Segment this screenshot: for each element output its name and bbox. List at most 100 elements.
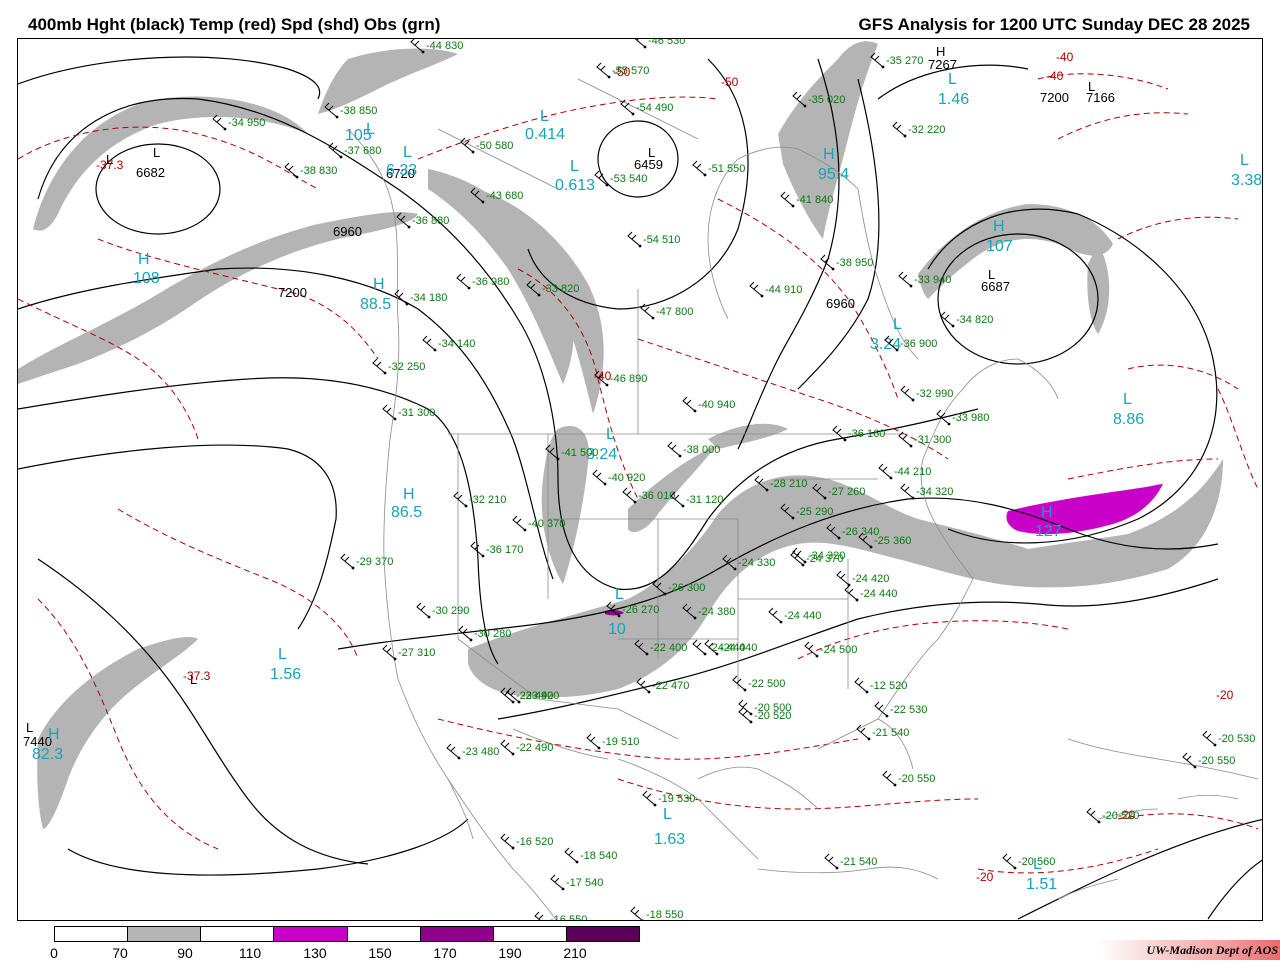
center-value: 86.5	[391, 504, 422, 521]
wind-barb	[792, 547, 806, 563]
center-marker: L	[615, 586, 624, 603]
wind-barb	[422, 335, 436, 351]
height-label: 6960	[333, 224, 362, 239]
station-obs: -32 220	[908, 124, 945, 136]
wind-barb	[892, 121, 906, 137]
station-obs: -18 550	[646, 909, 683, 921]
wind-barb	[550, 874, 564, 890]
center-value: 1.63	[654, 831, 685, 848]
station-obs: -23 420	[522, 690, 559, 702]
station-obs: -24 440	[720, 642, 757, 654]
wind-barb	[768, 607, 782, 623]
station-obs: -41 500	[561, 447, 598, 459]
station-obs: -22 470	[652, 680, 689, 692]
station-obs: -33 980	[952, 412, 989, 424]
wind-barb	[854, 677, 868, 693]
station-obs: -19 530	[658, 793, 695, 805]
station-obs: -35 020	[808, 94, 845, 106]
height-contours	[18, 56, 1262, 920]
station-obs: -54 490	[636, 102, 673, 114]
station-obs: -12 520	[870, 680, 907, 692]
station-obs: -36 880	[412, 215, 449, 227]
wind-barb	[328, 142, 342, 158]
station-obs: -40 920	[608, 472, 645, 484]
height-label: 7200	[1040, 90, 1069, 105]
station-obs: -43 680	[486, 190, 523, 202]
station-obs: -24 380	[698, 606, 735, 618]
wind-barb	[878, 463, 892, 479]
station-obs: -31 300	[398, 407, 435, 419]
wind-barb	[340, 553, 354, 569]
temp-label: -40	[1056, 50, 1074, 64]
center-marker: H	[403, 486, 415, 503]
wind-barb	[780, 191, 794, 207]
center-value: 3.38	[1231, 172, 1262, 189]
station-obs: -24 440	[860, 588, 897, 600]
wind-barb	[682, 396, 696, 412]
wind-barb	[586, 733, 600, 749]
station-obs: -27 310	[398, 647, 435, 659]
wind-barb	[882, 770, 896, 786]
wind-barb	[732, 675, 746, 691]
station-obs: -27 260	[828, 486, 865, 498]
station-obs: -40 370	[528, 518, 565, 530]
wind-barb	[790, 550, 804, 566]
height-label: 7200	[278, 285, 307, 300]
station-obs: -32 250	[388, 361, 425, 373]
station-obs: -24 370	[806, 553, 843, 565]
station-obs: -44 830	[426, 40, 463, 52]
center-marker: H	[823, 146, 835, 163]
station-obs: -36 160	[848, 428, 885, 440]
center-value: 95.4	[818, 166, 849, 183]
station-obs: -20 550	[898, 773, 935, 785]
wind-barb	[692, 160, 706, 176]
center-marker: L	[570, 158, 579, 175]
station-obs: -46 530	[648, 39, 685, 47]
credit-label: UW-Madison Dept of AOS	[1098, 940, 1280, 960]
low-marker: L	[988, 267, 995, 282]
wind-barb	[749, 281, 763, 297]
high-marker: L	[153, 145, 160, 160]
station-obs: -37 680	[344, 145, 381, 157]
wind-barb	[900, 385, 914, 401]
wind-barb	[642, 790, 656, 806]
low-marker: L	[648, 145, 655, 160]
center-value: 107	[986, 238, 1013, 255]
wind-barb	[900, 483, 914, 499]
map-title: 400mb Hght (black) Temp (red) Spd (shd) …	[28, 15, 441, 34]
weather-map: 6682 6720 6960 7200 6459 6960 6687 7267 …	[17, 38, 1263, 921]
legend-tick: 110	[238, 945, 262, 961]
station-obs: -36 980	[472, 276, 509, 288]
station-obs: -18 540	[580, 850, 617, 862]
station-obs: -44 210	[894, 466, 931, 478]
wind-barb	[372, 358, 386, 374]
wind-speed-legend	[54, 926, 640, 942]
station-obs: -24 500	[820, 644, 857, 656]
station-obs: -26 300	[668, 582, 705, 594]
center-marker: L	[1123, 391, 1132, 408]
station-obs: -21 540	[840, 856, 877, 868]
station-obs: -16 520	[516, 836, 553, 848]
wind-barb	[500, 833, 514, 849]
station-obs: -34 950	[228, 117, 265, 129]
wind-barb	[836, 570, 850, 586]
wind-barb	[844, 585, 858, 601]
legend-tick: 130	[303, 945, 327, 961]
low-marker: L	[1088, 79, 1095, 94]
station-obs: -26 270	[622, 604, 659, 616]
center-marker: L	[663, 806, 672, 823]
station-obs: -33 940	[914, 274, 951, 286]
station-obs: -41 840	[796, 194, 833, 206]
station-obs: -34 320	[916, 486, 953, 498]
station-obs: -21 540	[872, 727, 909, 739]
wind-barb	[1086, 807, 1100, 823]
center-value: 0.414	[525, 126, 565, 143]
wind-barb	[692, 639, 706, 655]
wind-barb	[1002, 853, 1016, 869]
legend-tick: 70	[112, 945, 128, 961]
station-obs: -20 550	[1198, 755, 1235, 767]
station-obs: -34 820	[956, 314, 993, 326]
legend-tick: 210	[563, 945, 587, 961]
legend-tick: 150	[368, 945, 392, 961]
station-observations: -44 830 -46 530 -55 570 -38 850 -34 950 -37 6…	[212, 39, 1255, 921]
